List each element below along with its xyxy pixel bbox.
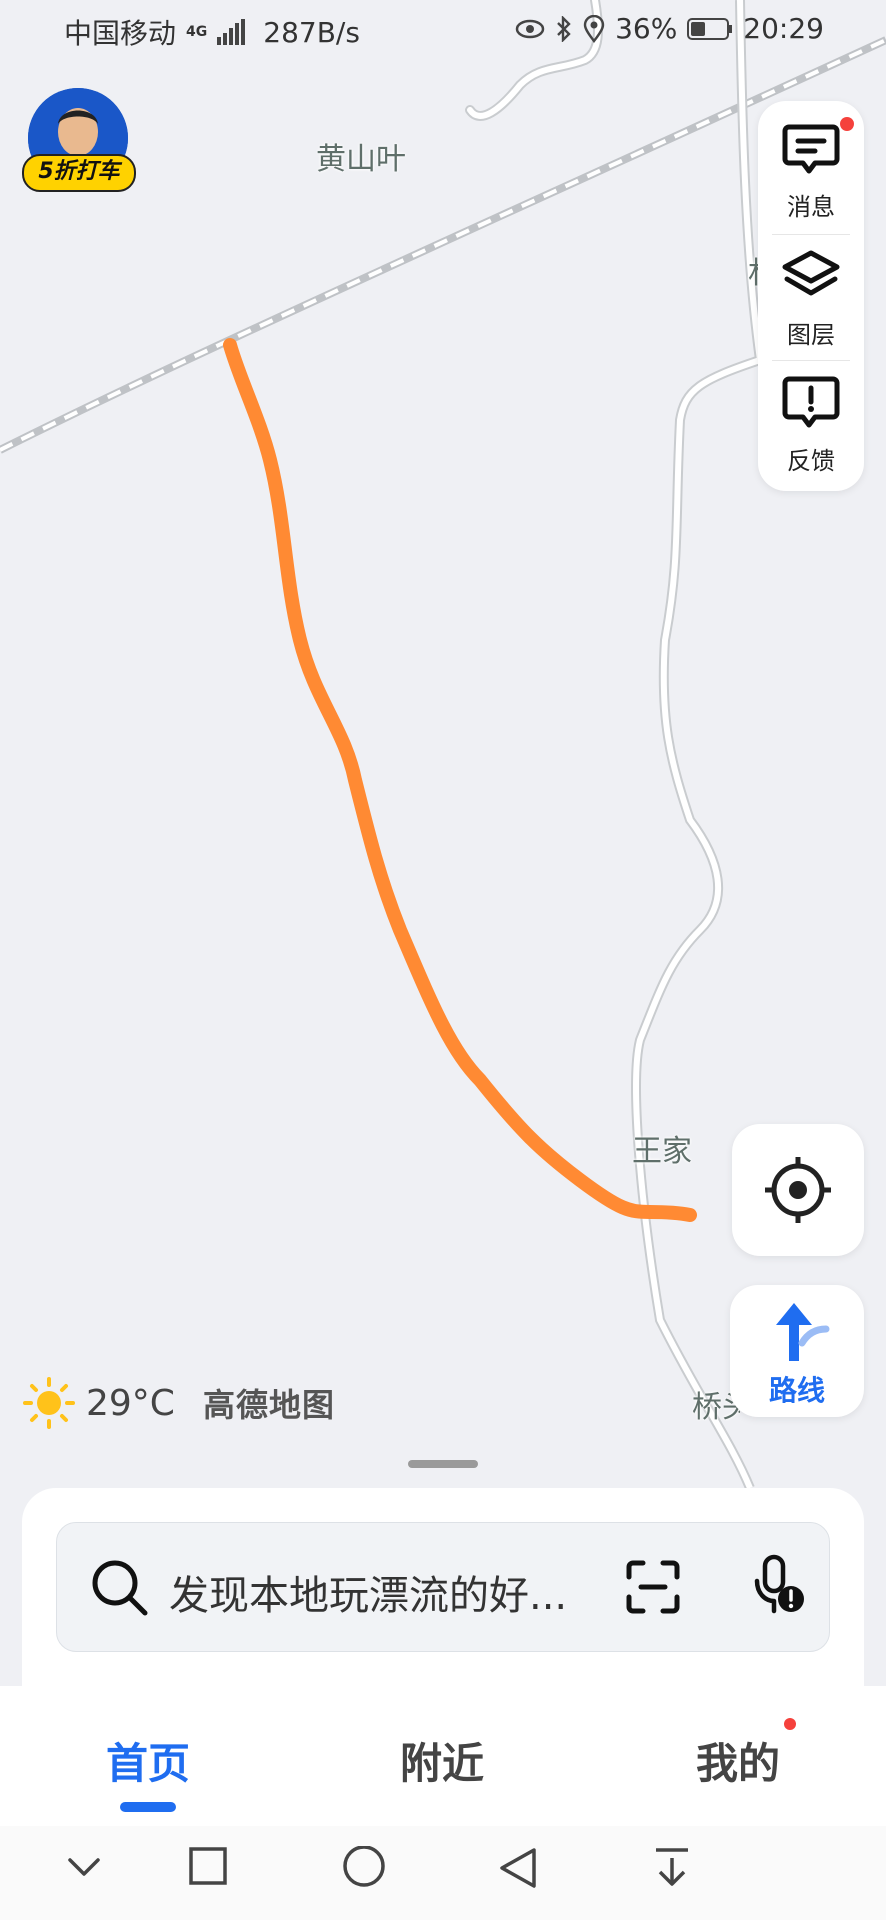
battery-percent: 36% [615, 12, 678, 45]
recent-apps-icon[interactable] [188, 1846, 228, 1886]
feedback-button[interactable]: 反馈 [758, 355, 864, 479]
tab-home[interactable]: 首页 [106, 1730, 190, 1791]
layers-label: 图层 [787, 321, 835, 349]
eye-icon [515, 19, 545, 38]
temperature: 29°C [86, 1382, 175, 1424]
map-label-wangjia: 王家 [632, 1134, 692, 1169]
network-type: 4G [186, 24, 208, 40]
route-arrow-icon [776, 1303, 830, 1361]
brand-label: 高德地图 [202, 1386, 335, 1424]
location-icon [583, 14, 605, 43]
weather-widget[interactable]: 29°C 高德地图 [22, 1377, 335, 1429]
carrier-label: 中国移动 [64, 17, 177, 50]
back-icon[interactable] [498, 1846, 538, 1890]
feedback-label: 反馈 [787, 447, 835, 475]
crosshair-icon [765, 1157, 831, 1223]
route-button[interactable]: 路线 [730, 1285, 864, 1417]
messages-button[interactable]: 消息 [758, 101, 864, 225]
network-speed: 287B/s [263, 15, 360, 49]
notification-pull-icon[interactable] [652, 1846, 692, 1890]
search-icon [92, 1560, 148, 1616]
search-input[interactable]: 发现本地玩漂流的好... [169, 1563, 599, 1621]
tab-nearby[interactable]: 附近 [400, 1730, 484, 1791]
clock: 20:29 [743, 12, 824, 45]
bottom-tab-bar: 首页 附近 我的 [0, 1686, 886, 1826]
sun-icon [23, 1377, 75, 1429]
microphone-icon[interactable] [751, 1553, 807, 1617]
messages-label: 消息 [787, 193, 835, 221]
chevron-down-icon[interactable] [64, 1846, 104, 1886]
search-bar[interactable]: 发现本地玩漂流的好... [56, 1522, 830, 1652]
message-icon [782, 124, 840, 174]
promo-badge: 5折打车 [22, 154, 136, 192]
mine-notification-dot [784, 1718, 796, 1730]
sheet-drag-handle[interactable] [408, 1460, 478, 1468]
map-label-huangshanye: 黄山叶 [316, 142, 406, 177]
tab-mine[interactable]: 我的 [696, 1730, 780, 1791]
bluetooth-icon [557, 15, 571, 42]
tab-home-indicator [120, 1802, 176, 1812]
layers-icon [782, 250, 840, 296]
locate-button[interactable] [732, 1124, 864, 1256]
home-icon[interactable] [342, 1846, 386, 1890]
notification-dot [840, 117, 854, 131]
layers-button[interactable]: 图层 [758, 229, 864, 353]
bottom-sheet: 发现本地玩漂流的好... [22, 1488, 864, 1708]
feedback-icon [782, 376, 840, 428]
scan-icon[interactable] [625, 1559, 681, 1615]
signal-icon [217, 19, 246, 45]
map-tools-panel: 消息 图层 反馈 [758, 101, 864, 491]
status-bar: 中国移动 4G 287B/s 36% 20:29 [0, 0, 886, 60]
route-label: 路线 [768, 1374, 825, 1407]
system-nav-bar [0, 1826, 886, 1920]
promo-ride-banner[interactable]: 5折打车 [22, 88, 136, 196]
battery-icon [687, 17, 733, 40]
